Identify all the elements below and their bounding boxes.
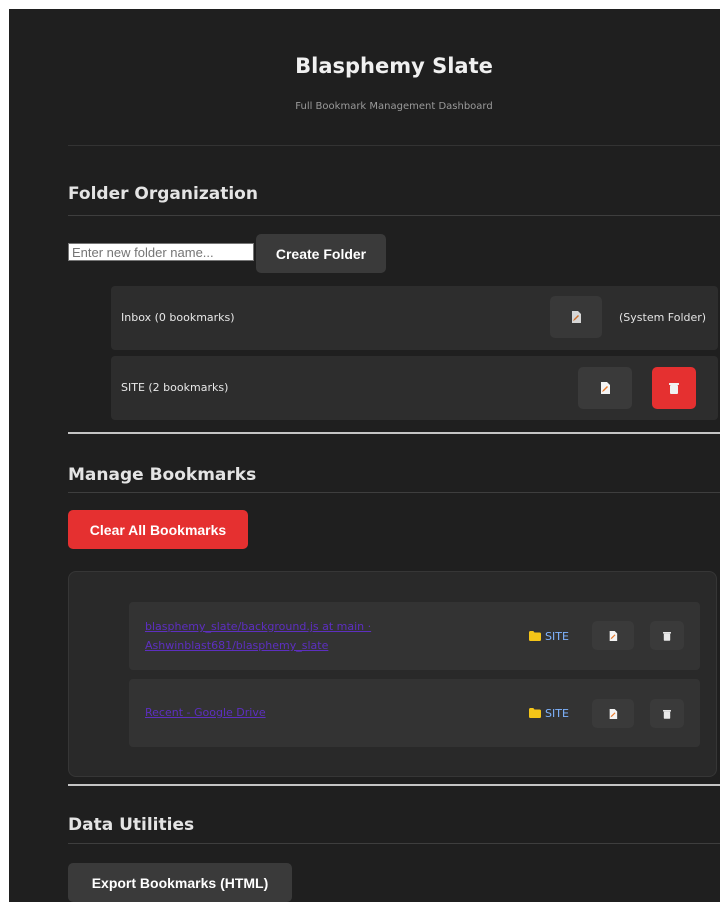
app-title: Blasphemy Slate — [295, 54, 493, 78]
folder-name: SITE (2 bookmarks) — [121, 381, 229, 394]
app-subtitle: Full Bookmark Management Dashboard — [295, 101, 493, 112]
edit-bookmark-button[interactable] — [592, 699, 634, 728]
bookmark-folder-name: SITE — [545, 629, 569, 643]
bookmark-link[interactable]: Ashwinblast681/blasphemy_slate — [145, 636, 328, 655]
export-bookmarks-button[interactable]: Export Bookmarks (HTML) — [68, 863, 292, 902]
delete-folder-button[interactable] — [652, 367, 696, 409]
trash-icon — [669, 383, 679, 394]
manage-bookmarks-heading: Manage Bookmarks — [68, 465, 257, 485]
bookmark-item: blasphemy_slate/background.js at main · … — [129, 602, 700, 670]
bookmark-link[interactable]: Recent - Google Drive — [145, 703, 266, 722]
system-folder-label: (System Folder) — [619, 311, 707, 324]
section-divider — [68, 843, 720, 844]
clear-all-bookmarks-button[interactable]: Clear All Bookmarks — [68, 510, 248, 549]
app-header: Blasphemy Slate Full Bookmark Management… — [68, 9, 720, 146]
folder-row-inbox: Inbox (0 bookmarks) (System Folder) — [111, 286, 718, 350]
edit-folder-button[interactable] — [578, 367, 632, 409]
folder-icon — [529, 708, 541, 718]
section-separator — [68, 784, 720, 786]
folder-icon — [529, 631, 541, 641]
bookmark-item: Recent - Google Drive SITE — [129, 679, 700, 747]
trash-icon — [663, 631, 671, 641]
edit-bookmark-button[interactable] — [592, 621, 634, 650]
trash-icon — [663, 709, 671, 719]
edit-icon — [572, 311, 581, 323]
bookmark-link[interactable]: blasphemy_slate/background.js at main · — [145, 617, 371, 636]
folder-row-site: SITE (2 bookmarks) — [111, 356, 718, 420]
delete-bookmark-button[interactable] — [650, 699, 684, 728]
bookmark-folder-tag: SITE — [529, 679, 569, 747]
edit-folder-button[interactable] — [550, 296, 602, 338]
edit-icon — [609, 630, 618, 641]
data-utilities-heading: Data Utilities — [68, 815, 195, 835]
new-folder-name-input[interactable] — [68, 243, 254, 261]
bookmark-folder-tag: SITE — [529, 602, 569, 670]
bookmarks-list: blasphemy_slate/background.js at main · … — [68, 571, 717, 777]
folder-organization-heading: Folder Organization — [68, 184, 258, 204]
edit-icon — [609, 708, 618, 719]
folder-name: Inbox (0 bookmarks) — [121, 311, 235, 324]
edit-icon — [601, 382, 610, 394]
section-divider — [68, 215, 720, 216]
delete-bookmark-button[interactable] — [650, 621, 684, 650]
dashboard-page: Blasphemy Slate Full Bookmark Management… — [9, 9, 720, 902]
section-divider — [68, 492, 720, 493]
section-separator — [68, 432, 720, 434]
create-folder-button[interactable]: Create Folder — [256, 234, 386, 273]
bookmark-folder-name: SITE — [545, 706, 569, 720]
